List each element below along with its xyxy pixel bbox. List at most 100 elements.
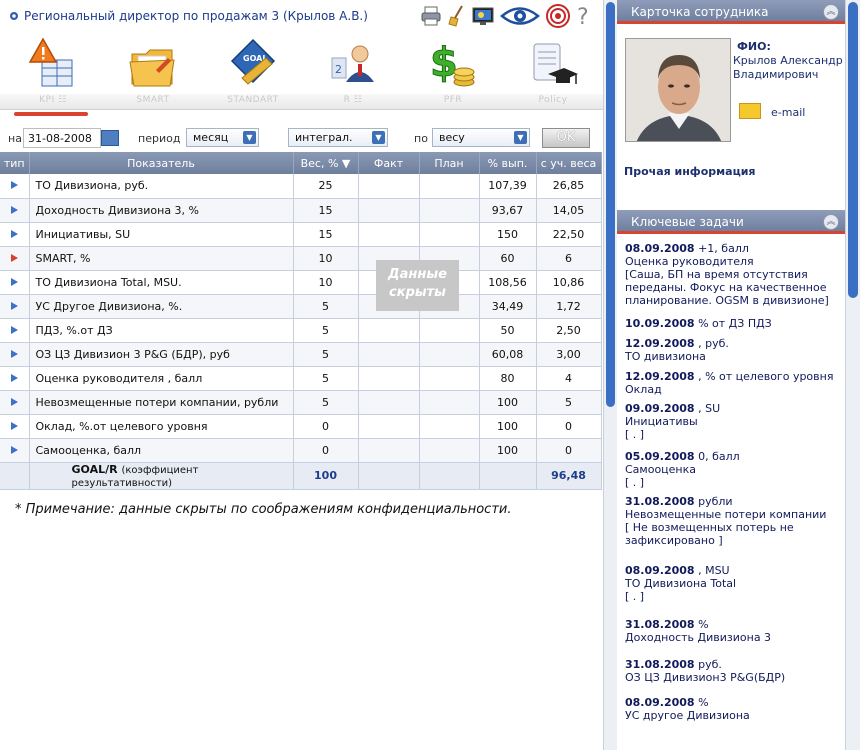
side-panel-scrollbar-thumb[interactable] [848,2,858,298]
row-pct: 100 [479,438,537,463]
employee-card-title: Карточка сотрудника [631,5,769,19]
table-row[interactable]: Невозмещенные потери компании, рубли 5 100… [0,390,602,415]
row-indicator: Инициативы, SU [29,222,294,247]
table-row[interactable]: Оклад, %.от целевого уровня 0 100 0 [0,414,602,439]
eye-icon[interactable] [500,5,540,27]
expand-arrow-icon[interactable] [10,205,18,214]
page-title: Региональный директор по продажам 3 (Кры… [24,9,368,23]
expand-arrow-icon[interactable] [10,397,18,406]
expand-arrow-icon[interactable] [10,181,18,190]
collapse-up-icon[interactable]: ︽ [823,4,839,20]
row-indicator: ТО Дивизиона Total, MSU. [29,270,294,295]
row-indicator: SMART, % [29,246,294,271]
ok-button[interactable]: OK [542,128,590,148]
col-header-indicator[interactable]: Показатель [29,152,294,174]
row-fact [358,438,420,463]
row-indicator: ПДЗ, %.от ДЗ [29,318,294,343]
nav-item-r[interactable]: 2 R ☷ [303,32,403,110]
nav-label-standart: STANDART [227,95,279,105]
date-label: на [8,132,22,145]
expand-arrow-icon[interactable] [10,253,18,262]
row-type-icon [0,342,30,367]
row-plan [419,198,480,223]
col-header-fact[interactable]: Факт [358,152,420,174]
sort-by-select[interactable]: весу ▼ [432,128,530,147]
nav-label-r: R ☷ [343,95,363,105]
email-link[interactable]: e-mail [771,106,805,119]
task-item: 10.09.2008 % от ДЗ ПДЗ [625,317,772,330]
confidentiality-note: * Примечание: данные скрыты по соображен… [15,502,512,517]
row-weight: 5 [293,342,359,367]
col-header-type[interactable]: тип [0,152,30,174]
row-weighted: 0 [536,414,602,439]
row-weight: 0 [293,438,359,463]
expand-arrow-icon[interactable] [10,229,18,238]
col-header-plan[interactable]: План [419,152,480,174]
row-pct: 80 [479,366,537,391]
chevron-down-icon: ▼ [243,131,256,144]
row-type-icon [0,270,30,295]
row-indicator: ОЗ ЦЗ Дивизион 3 P&G (БДР), руб [29,342,294,367]
nav-item-standart[interactable]: GOAL STANDART [203,32,303,110]
table-row[interactable]: Оценка руководителя , балл 5 80 4 [0,366,602,391]
nav-item-smart[interactable]: SMART [103,32,203,110]
other-info-link[interactable]: Прочая информация [624,165,756,178]
table-row[interactable]: SMART, % 10 60 6 [0,246,602,271]
expand-arrow-icon[interactable] [10,373,18,382]
row-plan [419,174,480,199]
target-icon[interactable] [546,4,570,28]
task-item: 31.08.2008 руб. ОЗ ЦЗ Дивизион3 P&G(БДР) [625,658,786,684]
screen-icon[interactable] [472,6,494,26]
expand-arrow-icon[interactable] [10,301,18,310]
module-nav: KPI ☷ SMART GOAL STANDART 2 R ☷ $ PFR Po… [0,32,603,110]
row-indicator: Невозмещенные потери компании, рубли [29,390,294,415]
table-row[interactable]: Инициативы, SU 15 150 22,50 [0,222,602,247]
table-row[interactable]: ПДЗ, %.от ДЗ 5 50 2,50 [0,318,602,343]
expand-arrow-icon[interactable] [10,421,18,430]
by-label: по [414,132,428,145]
hidden-data-overlay: Данные скрыты [376,260,459,311]
calendar-icon[interactable] [101,130,119,146]
row-type-icon [0,366,30,391]
row-weighted: 22,50 [536,222,602,247]
table-row[interactable]: Доходность Дивизиона 3, % 15 93,67 14,05 [0,198,602,223]
employee-photo [625,38,731,142]
total-label-text: GOAL/R [71,462,118,476]
nav-item-kpi[interactable]: KPI ☷ [3,32,103,110]
side-panel-scrollbar[interactable] [845,0,860,750]
envelope-icon[interactable] [739,103,761,119]
main-scrollbar-thumb[interactable] [606,2,615,407]
row-type-icon [0,222,30,247]
date-input[interactable]: 31-08-2008 [23,128,101,148]
printer-icon[interactable] [420,6,442,26]
broom-icon[interactable] [448,5,466,27]
col-header-weighted[interactable]: с уч. веса [536,152,602,174]
expand-arrow-icon[interactable] [10,445,18,454]
row-fact [358,342,420,367]
collapse-up-icon[interactable]: ︽ [823,214,839,230]
nav-active-indicator [14,112,88,116]
table-row[interactable]: ОЗ ЦЗ Дивизион 3 P&G (БДР), руб 5 60,08 3,0… [0,342,602,367]
help-icon[interactable]: ? [576,4,592,28]
expand-arrow-icon[interactable] [10,277,18,286]
table-row[interactable]: ТО Дивизиона Total, MSU. 10 108,56 10,86 [0,270,602,295]
row-indicator: Самооценка, балл [29,438,294,463]
col-header-weight[interactable]: Вес, % ▼ [293,152,359,174]
expand-arrow-icon[interactable] [10,325,18,334]
table-row[interactable]: УС Другое Дивизиона, %. 5 34,49 1,72 [0,294,602,319]
task-item: 31.08.2008 рубли Невозмещенные потери ком… [625,495,827,547]
fio-value: Крылов Александр Владимирович [733,54,843,81]
nav-item-policy[interactable]: Policy [503,32,603,110]
task-item: 08.09.2008 % УС другое Дивизиона [625,696,750,722]
table-row[interactable]: Самооценка, балл 0 100 0 [0,438,602,463]
mode-select[interactable]: интеграл. ▼ [288,128,388,147]
table-row[interactable]: ТО Дивизиона, руб. 25 107,39 26,85 [0,174,602,199]
row-pct: 34,49 [479,294,537,319]
main-scrollbar[interactable] [603,0,617,750]
nav-item-pfr[interactable]: $ PFR [403,32,503,110]
row-fact [358,198,420,223]
period-select[interactable]: месяц ▼ [186,128,259,147]
toolbar: ? [420,4,592,28]
col-header-pct[interactable]: % вып. [479,152,537,174]
expand-arrow-icon[interactable] [10,349,18,358]
